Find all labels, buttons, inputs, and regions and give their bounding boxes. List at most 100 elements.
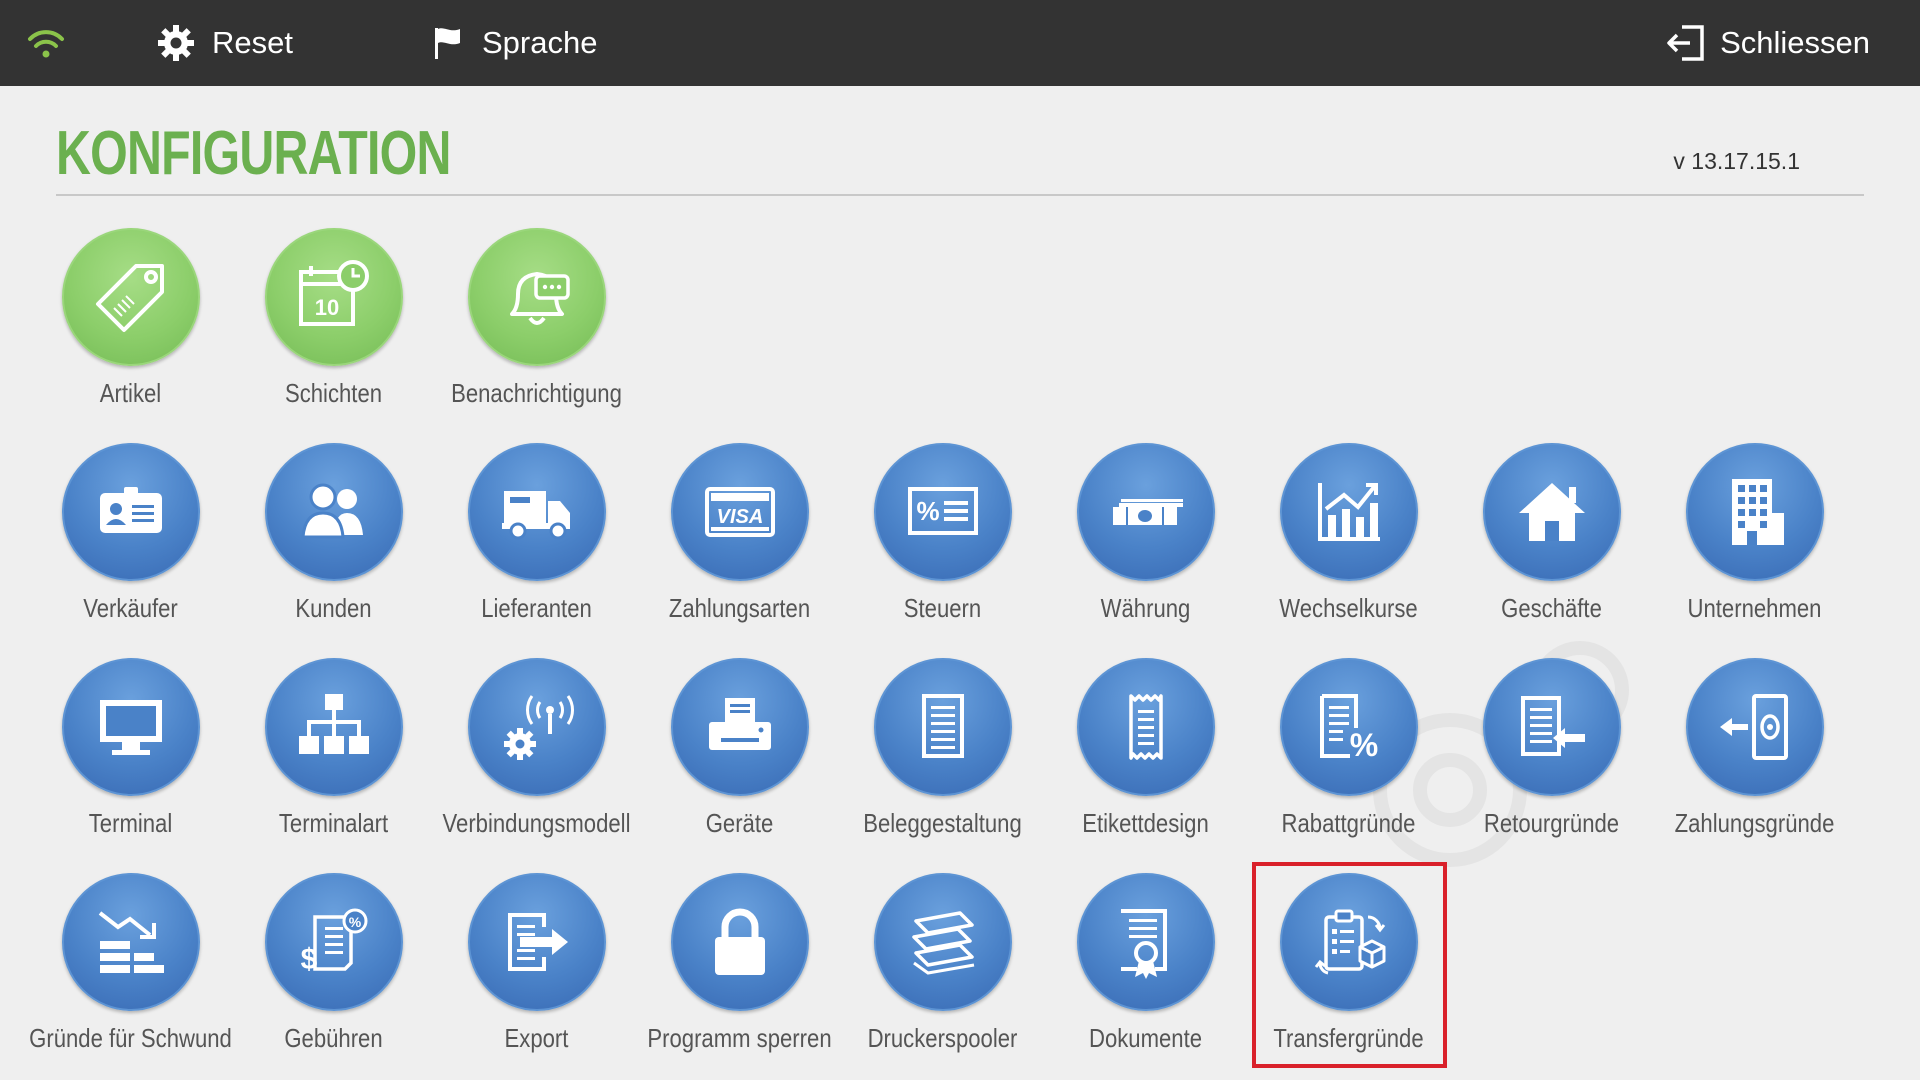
tile-dokumente[interactable]: Dokumente	[1044, 873, 1247, 1063]
flag-icon	[435, 28, 460, 59]
wechselkurse-button[interactable]	[1280, 443, 1418, 581]
verbindungsmodell-label: Verbindungsmodell	[442, 808, 631, 838]
dokumente-button[interactable]	[1077, 873, 1215, 1011]
tile-druckerspooler[interactable]: Druckerspooler	[841, 873, 1044, 1063]
document-return-icon	[1521, 696, 1585, 756]
terminal-button[interactable]	[62, 658, 200, 796]
tile-benachrichtigung[interactable]: Benachrichtigung	[435, 228, 638, 418]
tile-zahlungsgruende[interactable]: Zahlungsgründe	[1653, 658, 1856, 848]
svg-text:%: %	[916, 496, 939, 526]
tile-unternehmen[interactable]: Unternehmen	[1653, 443, 1856, 633]
document-lines-icon	[922, 694, 964, 758]
selection-highlight	[1252, 862, 1447, 1068]
retourgruende-label: Retourgründe	[1483, 808, 1620, 838]
svg-text:%: %	[349, 914, 362, 930]
unternehmen-button[interactable]	[1686, 443, 1824, 581]
tile-wechselkurse[interactable]: Wechselkurse	[1247, 443, 1450, 633]
tile-geschaefte[interactable]: Geschäfte	[1450, 443, 1653, 633]
users-icon	[301, 483, 363, 539]
kunden-label: Kunden	[295, 593, 372, 623]
etikettdesign-button[interactable]	[1077, 658, 1215, 796]
wechselkurse-label: Wechselkurse	[1279, 593, 1418, 623]
page-title: KONFIGURATION	[56, 119, 451, 188]
wifi-icon	[28, 30, 64, 58]
svg-text:%: %	[1350, 727, 1378, 763]
retourgruende-button[interactable]	[1483, 658, 1621, 796]
monitor-icon	[100, 700, 162, 755]
rabattgruende-button[interactable]: %	[1280, 658, 1418, 796]
zahlungsgruende-button[interactable]	[1686, 658, 1824, 796]
benachrichtigung-button[interactable]	[468, 228, 606, 366]
chart-trend-icon	[1318, 483, 1380, 541]
gear-icon	[158, 25, 194, 61]
druckerspooler-button[interactable]	[874, 873, 1012, 1011]
top-bar: Reset Sprache Schliessen	[0, 0, 1920, 86]
tile-beleggestaltung[interactable]: Beleggestaltung	[841, 658, 1044, 848]
zahlungsarten-label: Zahlungsarten	[668, 593, 811, 623]
sperren-button[interactable]	[671, 873, 809, 1011]
shrinkage-icon	[98, 911, 164, 973]
tile-kunden[interactable]: Kunden	[232, 443, 435, 633]
close-button[interactable]: Schliessen	[1664, 0, 1870, 86]
waehrung-label: Währung	[1100, 593, 1191, 623]
building-icon	[1732, 479, 1784, 545]
schichten-label: Schichten	[284, 378, 383, 408]
steuern-button[interactable]: %	[874, 443, 1012, 581]
dokumente-label: Dokumente	[1088, 1023, 1203, 1053]
visa-card-icon: VISA	[705, 487, 775, 537]
header-divider	[56, 194, 1864, 196]
tile-gebuehren[interactable]: % $ Gebühren	[232, 873, 435, 1063]
tile-export[interactable]: Export	[435, 873, 638, 1063]
artikel-button[interactable]	[62, 228, 200, 366]
gebuehren-label: Gebühren	[284, 1023, 383, 1053]
verkaeufer-button[interactable]	[62, 443, 200, 581]
fees-dollar-icon: % $	[301, 908, 368, 976]
export-button[interactable]	[468, 873, 606, 1011]
beleggestaltung-button[interactable]	[874, 658, 1012, 796]
tile-rabattgruende[interactable]: % Rabattgründe	[1247, 658, 1450, 848]
lieferanten-button[interactable]	[468, 443, 606, 581]
tile-waehrung[interactable]: Währung	[1044, 443, 1247, 633]
schichten-button[interactable]: 10	[265, 228, 403, 366]
tile-artikel[interactable]: Artikel	[29, 228, 232, 418]
terminalart-label: Terminalart	[278, 808, 389, 838]
rabattgruende-label: Rabattgründe	[1281, 808, 1416, 838]
price-tag-icon	[96, 264, 164, 332]
geschaefte-label: Geschäfte	[1501, 593, 1602, 623]
tile-retourgruende[interactable]: Retourgründe	[1450, 658, 1653, 848]
zahlungsarten-button[interactable]: VISA	[671, 443, 809, 581]
verbindungsmodell-button[interactable]	[468, 658, 606, 796]
artikel-label: Artikel	[99, 378, 162, 408]
etikettdesign-label: Etikettdesign	[1082, 808, 1209, 838]
svg-text:10: 10	[315, 295, 339, 320]
waehrung-button[interactable]	[1077, 443, 1215, 581]
tile-terminal[interactable]: Terminal	[29, 658, 232, 848]
tile-zahlungsarten[interactable]: VISA Zahlungsarten	[638, 443, 841, 633]
gebuehren-button[interactable]: % $	[265, 873, 403, 1011]
tile-schwund[interactable]: Gründe für Schwund	[29, 873, 232, 1063]
schwund-button[interactable]	[62, 873, 200, 1011]
geraete-button[interactable]	[671, 658, 809, 796]
tile-etikettdesign[interactable]: Etikettdesign	[1044, 658, 1247, 848]
tile-terminalart[interactable]: Terminalart	[232, 658, 435, 848]
schwund-label: Gründe für Schwund	[29, 1023, 232, 1053]
kunden-button[interactable]	[265, 443, 403, 581]
terminalart-button[interactable]	[265, 658, 403, 796]
tile-sperren[interactable]: Programm sperren	[638, 873, 841, 1063]
geschaefte-button[interactable]	[1483, 443, 1621, 581]
language-label: Sprache	[482, 25, 598, 60]
svg-text:VISA: VISA	[717, 506, 764, 528]
tile-verkaeufer[interactable]: Verkäufer	[29, 443, 232, 633]
unternehmen-label: Unternehmen	[1687, 593, 1822, 623]
truck-icon	[502, 491, 570, 540]
svg-text:$: $	[301, 943, 318, 976]
reset-button[interactable]: Reset	[156, 0, 293, 86]
exit-icon	[1667, 25, 1704, 61]
language-button[interactable]: Sprache	[432, 0, 597, 86]
tile-geraete[interactable]: Geräte	[638, 658, 841, 848]
tile-verbindungsmodell[interactable]: Verbindungsmodell	[435, 658, 638, 848]
tile-steuern[interactable]: % Steuern	[841, 443, 1044, 633]
export-icon	[508, 913, 568, 971]
tile-lieferanten[interactable]: Lieferanten	[435, 443, 638, 633]
tile-schichten[interactable]: 10 Schichten	[232, 228, 435, 418]
